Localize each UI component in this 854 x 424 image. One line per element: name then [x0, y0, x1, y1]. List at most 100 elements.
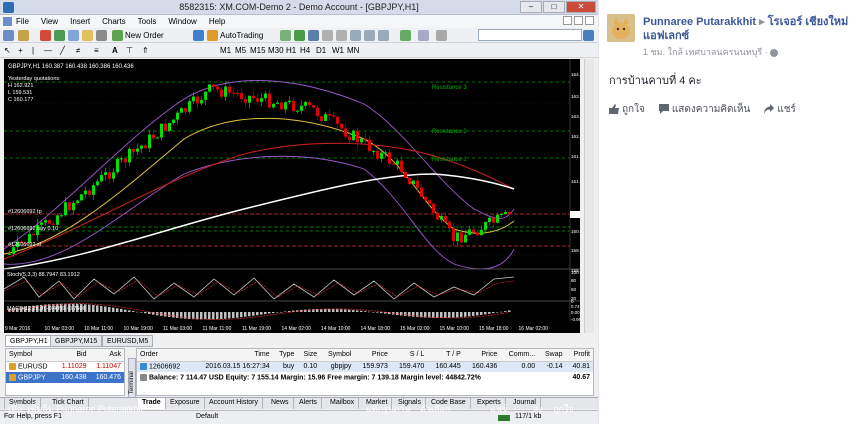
arrows-icon[interactable]: ⇑: [142, 45, 149, 56]
market-row[interactable]: GBPJPY 160.438 160.476: [6, 372, 124, 383]
comment-button[interactable]: แสดงความคิดเห็น: [658, 102, 750, 116]
line-chart-icon[interactable]: [308, 30, 319, 41]
zoom-out-icon[interactable]: [336, 30, 347, 41]
search-input[interactable]: [478, 29, 582, 41]
autoscroll-icon[interactable]: [364, 30, 375, 41]
search-icon[interactable]: [583, 30, 594, 41]
trendline-icon[interactable]: ╱: [60, 45, 65, 56]
crosshair-icon[interactable]: +: [18, 45, 23, 56]
metaeditor-icon[interactable]: [193, 30, 204, 41]
candlestick-icon[interactable]: [294, 30, 305, 41]
close-button[interactable]: ✕: [566, 1, 596, 13]
author-name[interactable]: Punnaree Putarakkhit: [643, 16, 756, 28]
order-row[interactable]: 12606692 2016.03.15 16:27:34 buy 0.10 gb…: [137, 361, 593, 372]
tf-m30[interactable]: M30: [268, 45, 284, 56]
terminal-icon[interactable]: [82, 30, 93, 41]
overlay-like[interactable]: ถูกใจ: [553, 402, 574, 416]
label-tool-icon[interactable]: ⊤: [126, 45, 133, 56]
post-meta[interactable]: 1 ชม. ใกล้ เทศบาลนครนนทบุรี ·: [643, 47, 770, 57]
overlay-options[interactable]: ตัวเลือก: [420, 402, 450, 416]
like-button[interactable]: ถูกใจ: [609, 102, 645, 116]
chart-tab-gbpjpy-h1[interactable]: GBPJPY,H1: [5, 335, 53, 347]
horizontal-line-icon[interactable]: —: [44, 45, 52, 56]
new-order-button[interactable]: New Order: [125, 30, 164, 41]
menu-charts[interactable]: Charts: [102, 17, 126, 26]
mw-header-symbol[interactable]: Symbol: [6, 349, 56, 362]
autotrading-button[interactable]: AutoTrading: [220, 30, 263, 41]
mw-header-ask[interactable]: Ask: [89, 349, 124, 362]
market-row[interactable]: EURUSD 1.11029 1.11047: [6, 361, 124, 372]
macd-bar: [100, 305, 103, 312]
strategy-tester-icon[interactable]: [96, 30, 107, 41]
col-profit[interactable]: Profit: [565, 349, 593, 362]
tf-h4[interactable]: H4: [300, 45, 310, 56]
macd-bar: [236, 312, 239, 318]
overlay-uploader[interactable]: เมื่อ: เพิ่มลิม Punnaree Putarakkhit: [8, 402, 143, 416]
bar-chart-icon[interactable]: [280, 30, 291, 41]
profiles-icon[interactable]: [18, 30, 29, 41]
tf-h1[interactable]: H1: [286, 45, 296, 56]
macd-bar: [348, 309, 351, 312]
menu-window[interactable]: Window: [168, 17, 196, 26]
col-type[interactable]: Type: [272, 349, 298, 362]
candle: [172, 119, 175, 123]
tile-windows-icon[interactable]: [350, 30, 361, 41]
menu-view[interactable]: View: [41, 17, 58, 26]
data-window-icon[interactable]: [54, 30, 65, 41]
window-title: 8582315: XM.COM-Demo 2 - Demo Account - …: [179, 2, 419, 12]
col-order[interactable]: Order: [137, 349, 191, 362]
new-order-icon[interactable]: [112, 30, 123, 41]
maximize-button[interactable]: □: [543, 1, 565, 13]
col-tp[interactable]: T / P: [427, 349, 464, 362]
chart-tab-gbpjpy-m15[interactable]: GBPJPY,M15: [50, 335, 103, 347]
chart-tab-eurusd-m5[interactable]: EURUSD,M5: [102, 335, 154, 347]
tf-mn[interactable]: MN: [347, 45, 359, 56]
tf-w1[interactable]: W1: [332, 45, 344, 56]
channel-icon[interactable]: ≠: [76, 45, 80, 56]
tf-d1[interactable]: D1: [316, 45, 326, 56]
cursor-icon[interactable]: ↖: [4, 45, 11, 56]
col-price[interactable]: Price: [354, 349, 391, 362]
col-price-current[interactable]: Price: [463, 349, 501, 362]
autotrading-icon[interactable]: [207, 30, 218, 41]
share-button[interactable]: แชร์: [764, 102, 796, 116]
col-commission[interactable]: Comm...: [500, 349, 539, 362]
col-size[interactable]: Size: [297, 349, 321, 362]
templates-icon[interactable]: [436, 30, 447, 41]
indicators-icon[interactable]: [400, 30, 411, 41]
overlay-tag-photo[interactable]: แท็กรูปภาพ: [366, 402, 411, 416]
minimize-button[interactable]: –: [520, 1, 542, 13]
menu-tools[interactable]: Tools: [138, 17, 157, 26]
candle: [500, 213, 503, 215]
periods-icon[interactable]: [418, 30, 429, 41]
tf-m15[interactable]: M15: [250, 45, 266, 56]
macd-bar: [276, 312, 279, 313]
mdi-minimize-button[interactable]: [563, 16, 572, 25]
col-symbol[interactable]: Symbol: [320, 349, 355, 362]
col-time[interactable]: Time: [190, 349, 273, 362]
mw-header-bid[interactable]: Bid: [55, 349, 90, 362]
mdi-restore-button[interactable]: [574, 16, 583, 25]
col-swap[interactable]: Swap: [538, 349, 566, 362]
menu-file[interactable]: File: [16, 17, 29, 26]
text-tool-icon[interactable]: A: [112, 45, 118, 56]
col-sl[interactable]: S / L: [390, 349, 428, 362]
avatar[interactable]: [607, 14, 635, 42]
market-watch-icon[interactable]: [40, 30, 51, 41]
price-chart[interactable]: GBPJPY,H1 160.387 160.438 160.386 160.43…: [4, 59, 580, 333]
overlay-send[interactable]: ส่ง: [533, 402, 543, 416]
navigator-icon[interactable]: [68, 30, 79, 41]
menu-help[interactable]: Help: [209, 17, 225, 26]
vertical-line-icon[interactable]: |: [32, 45, 34, 56]
fibonacci-icon[interactable]: ≡: [94, 45, 99, 56]
zoom-in-icon[interactable]: [322, 30, 333, 41]
overlay-share[interactable]: แชร์: [490, 402, 507, 416]
new-chart-icon[interactable]: [3, 30, 14, 41]
mdi-close-button[interactable]: [585, 16, 594, 25]
menu-insert[interactable]: Insert: [70, 17, 90, 26]
tf-m5[interactable]: M5: [235, 45, 246, 56]
tf-m1[interactable]: M1: [220, 45, 231, 56]
chart-scrollbar[interactable]: [584, 59, 594, 333]
menu-bar: File View Insert Charts Tools Window Hel…: [0, 15, 598, 28]
chart-shift-icon[interactable]: [378, 30, 389, 41]
